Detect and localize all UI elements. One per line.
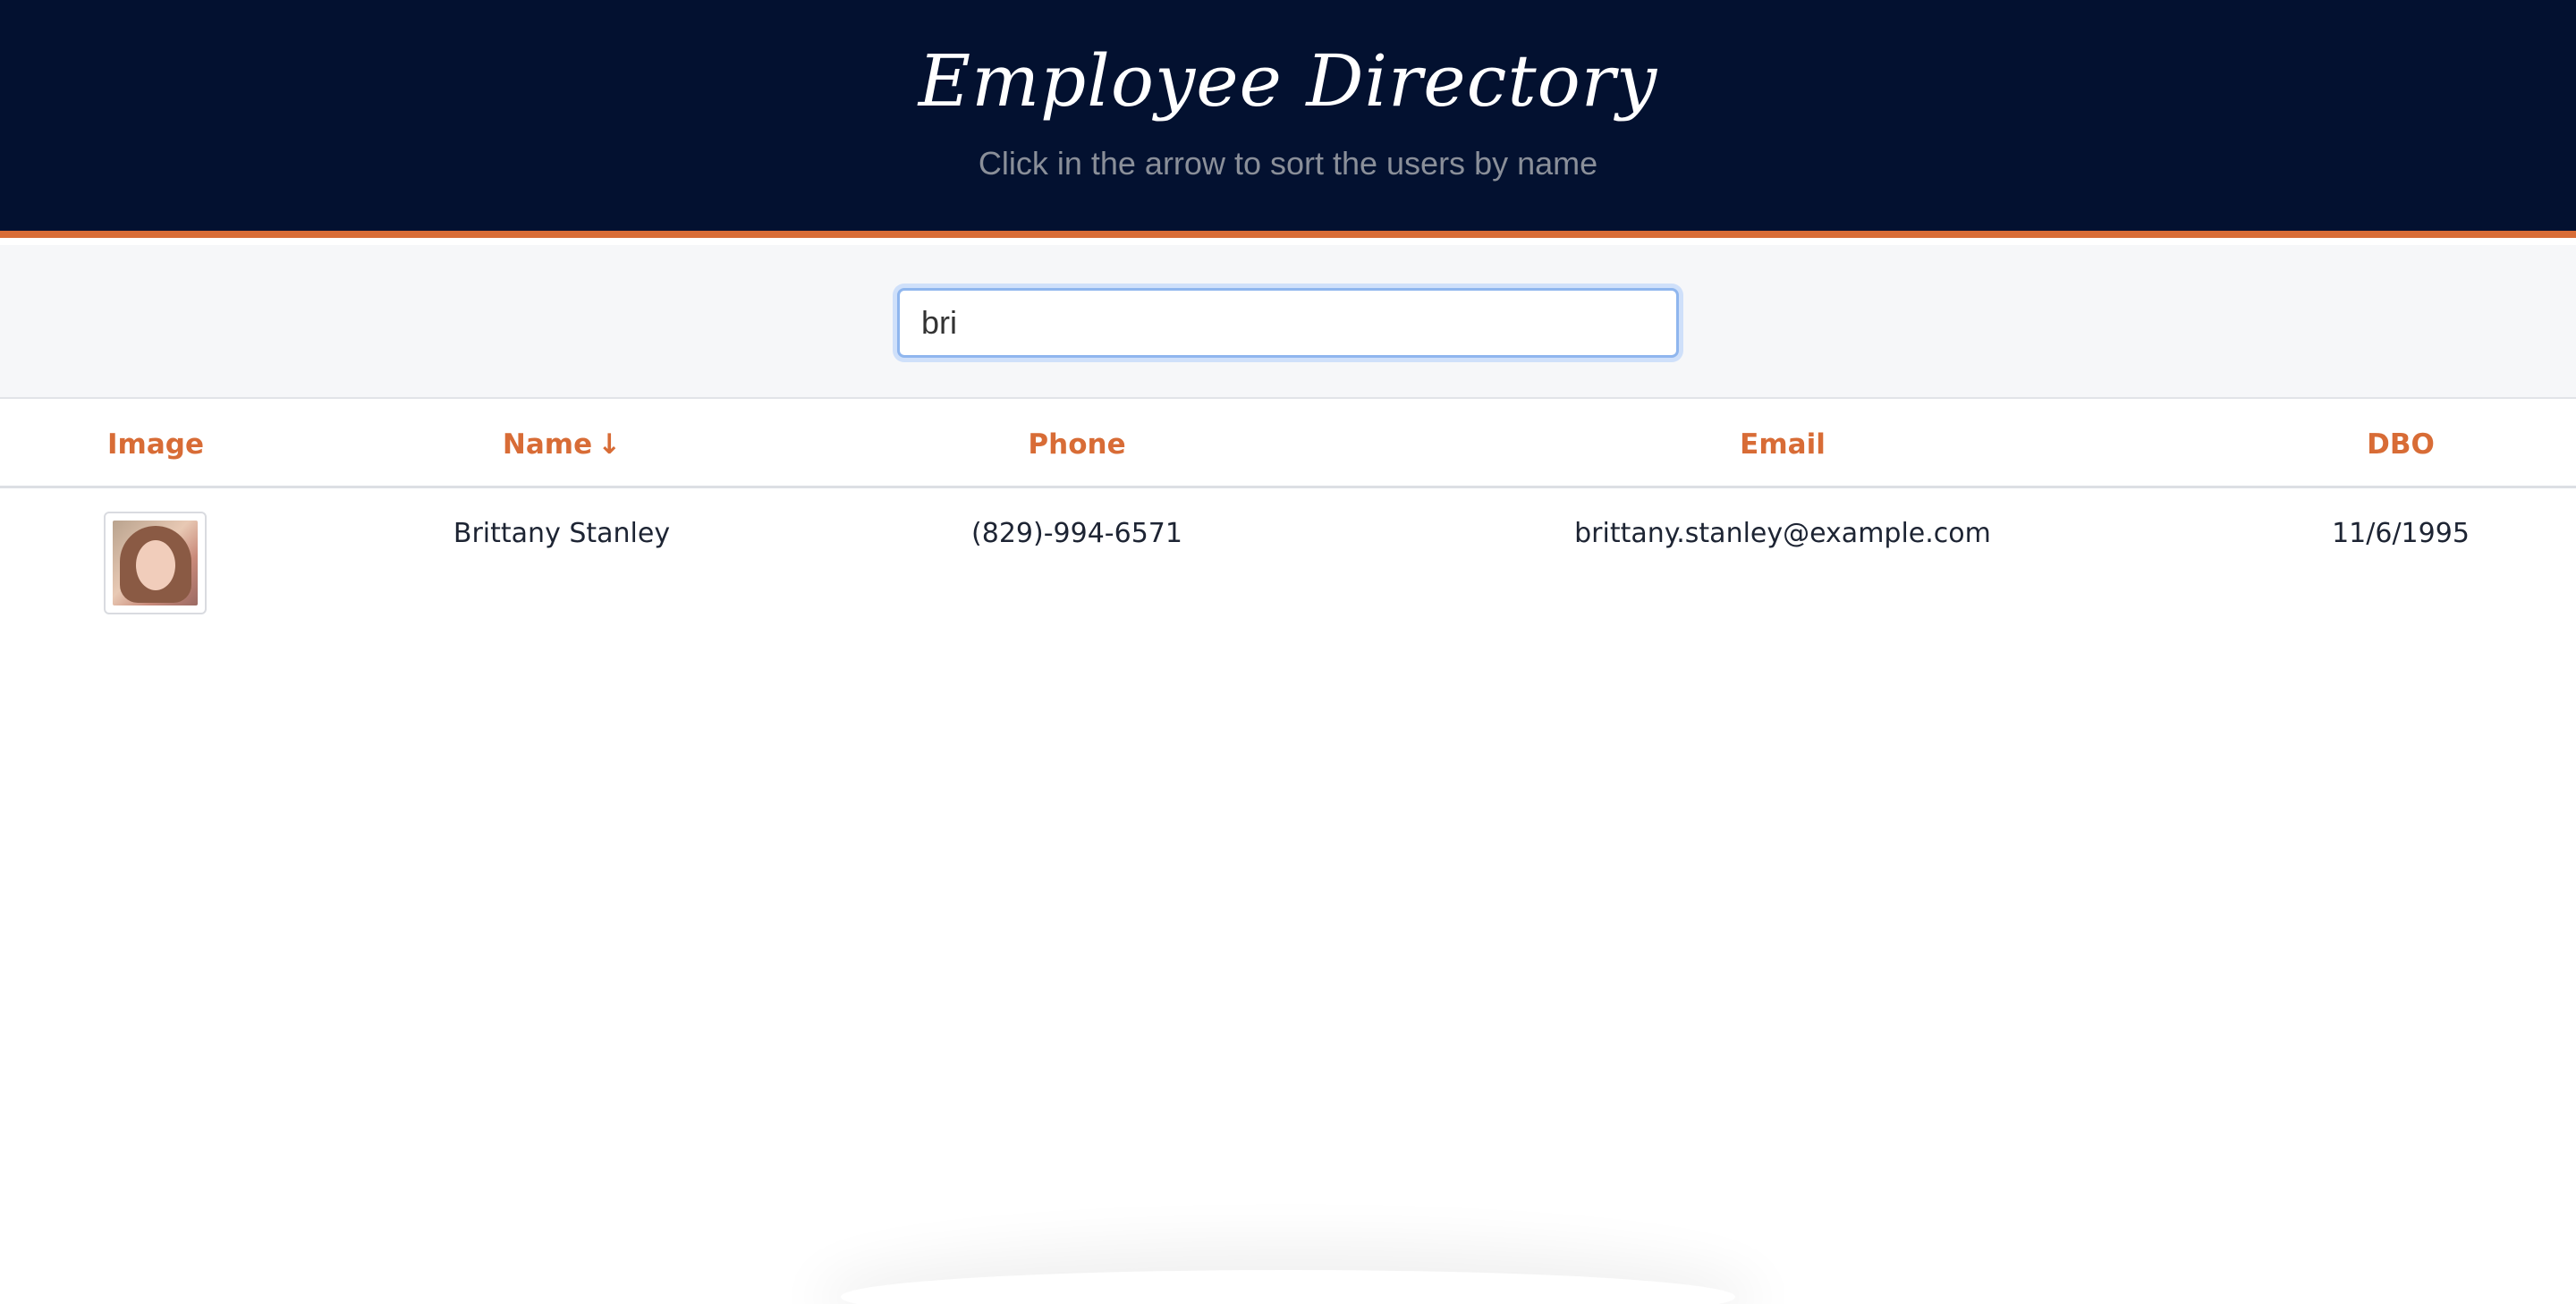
employee-name: Brittany Stanley [453,518,671,549]
column-header-name[interactable]: Name ↓ [503,401,621,488]
column-header-label: DBO [2367,428,2435,461]
avatar [104,512,207,614]
column-header-label: Image [107,428,204,461]
employee-dob: 11/6/1995 [2332,518,2470,549]
column-header-label: Name [502,428,593,461]
column-header-email: Email [1740,401,1826,488]
page-subtitle: Click in the arrow to sort the users by … [978,145,1598,182]
employee-photo [113,521,198,605]
page-title: Employee Directory [918,39,1658,123]
table-header: Image Name ↓ Phone Email DBO [0,401,2576,488]
arrow-down-icon[interactable]: ↓ [597,401,621,488]
search-input[interactable] [897,288,1679,358]
employee-email: brittany.stanley@example.com [1574,518,1991,549]
column-header-dob: DBO [2367,401,2435,488]
search-bar [0,245,2576,399]
column-header-label: Email [1740,428,1826,461]
column-header-image: Image [107,401,204,488]
employee-phone: (829)-994-6571 [971,518,1182,549]
column-header-phone: Phone [1028,401,1125,488]
page-header: Employee Directory Click in the arrow to… [0,0,2576,238]
table-row: Brittany Stanley (829)-994-6571 brittany… [0,491,2576,634]
column-header-label: Phone [1028,428,1126,461]
bottom-shadow [841,1270,1735,1304]
